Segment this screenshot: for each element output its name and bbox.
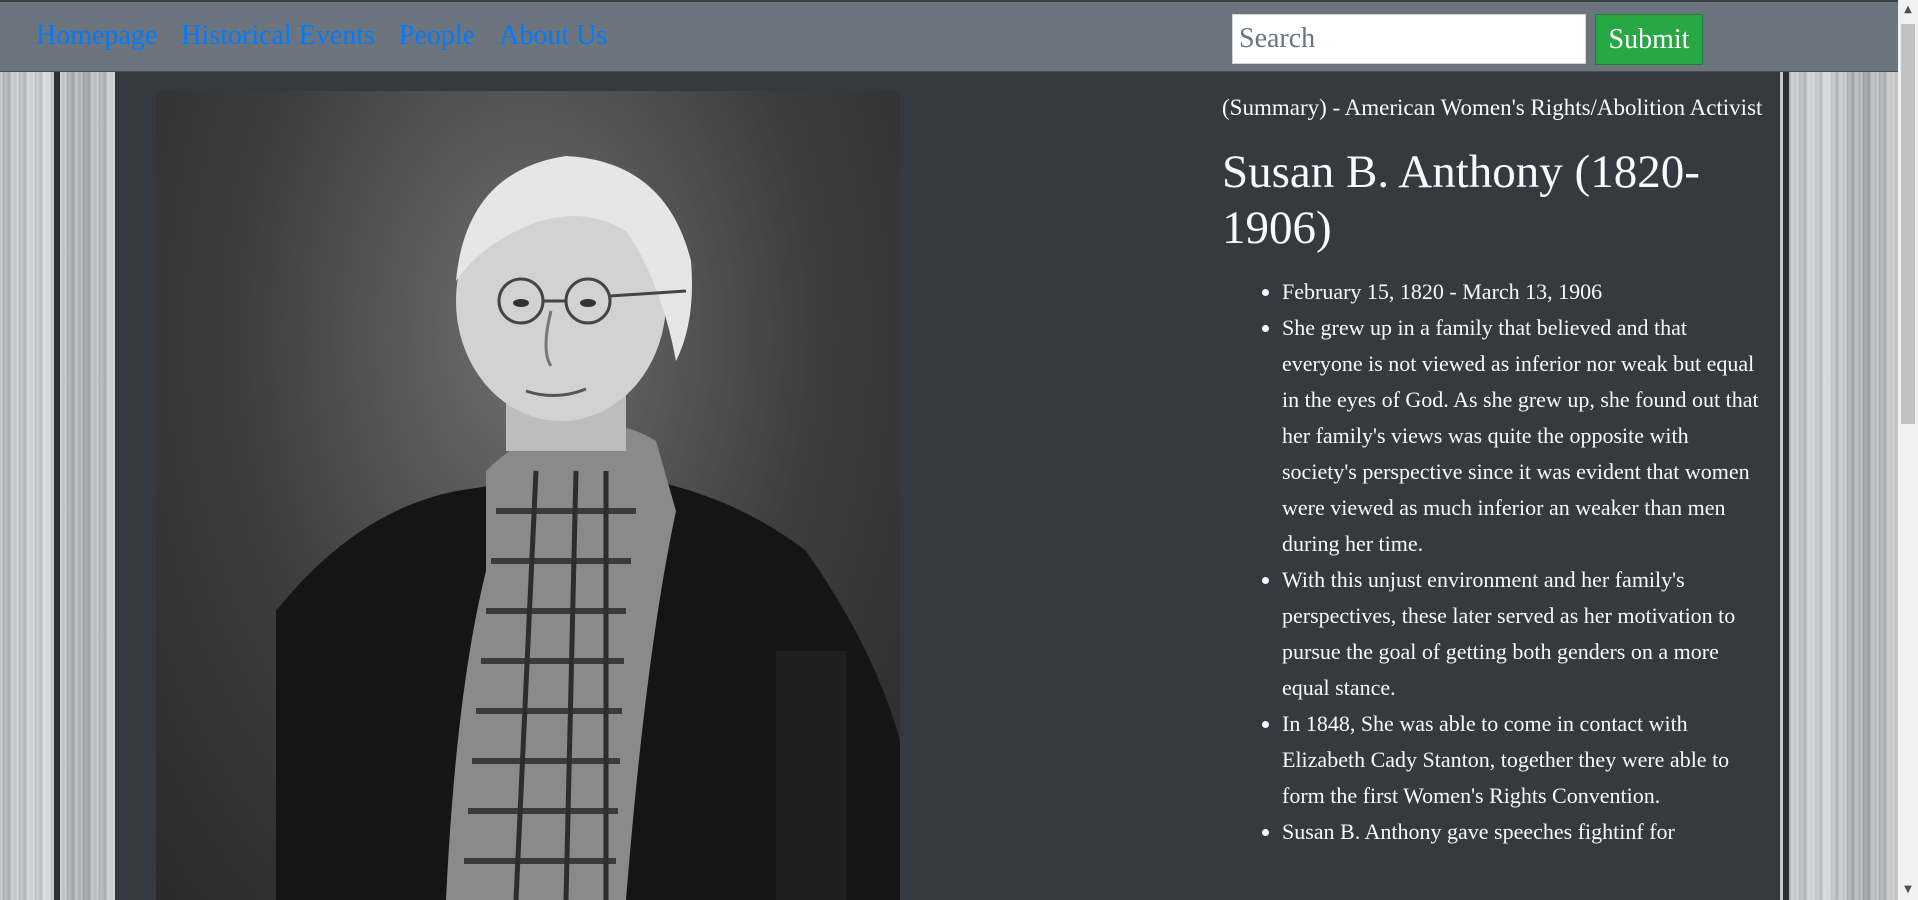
- scrollbar-thumb[interactable]: [1901, 24, 1915, 424]
- vertical-scrollbar[interactable]: ▲ ▼: [1898, 0, 1918, 900]
- nav-link-homepage[interactable]: Homepage: [36, 19, 157, 53]
- list-item: February 15, 1820 - March 13, 1906: [1282, 274, 1767, 310]
- list-item: In 1848, She was able to come in contact…: [1282, 706, 1767, 814]
- scroll-up-icon[interactable]: ▲: [1898, 0, 1918, 20]
- nav-link-historical-events[interactable]: Historical Events: [181, 19, 375, 53]
- main-content: (Summary) - American Women's Rights/Abol…: [115, 72, 1780, 900]
- list-item: She grew up in a family that believed an…: [1282, 310, 1767, 562]
- wood-background-right: [1780, 0, 1898, 900]
- nav-link-about-us[interactable]: About Us: [499, 19, 607, 53]
- list-item: With this unjust environment and her fam…: [1282, 562, 1767, 706]
- article-title: Susan B. Anthony (1820-1906): [1222, 146, 1700, 254]
- article-summary: (Summary) - American Women's Rights/Abol…: [1222, 95, 1763, 120]
- wood-background-left: [0, 0, 115, 900]
- navbar: Homepage Historical Events People About …: [0, 0, 1898, 72]
- list-item: Susan B. Anthony gave speeches fightinf …: [1282, 814, 1767, 850]
- nav-link-people[interactable]: People: [399, 19, 475, 53]
- article-column: (Summary) - American Women's Rights/Abol…: [1222, 90, 1767, 850]
- facts-list: February 15, 1820 - March 13, 1906 She g…: [1222, 274, 1767, 850]
- portrait-image: [156, 91, 900, 900]
- scroll-down-icon[interactable]: ▼: [1898, 880, 1918, 900]
- submit-button[interactable]: Submit: [1595, 14, 1703, 65]
- nav-links: Homepage Historical Events People About …: [36, 19, 607, 53]
- search-input[interactable]: [1232, 14, 1586, 64]
